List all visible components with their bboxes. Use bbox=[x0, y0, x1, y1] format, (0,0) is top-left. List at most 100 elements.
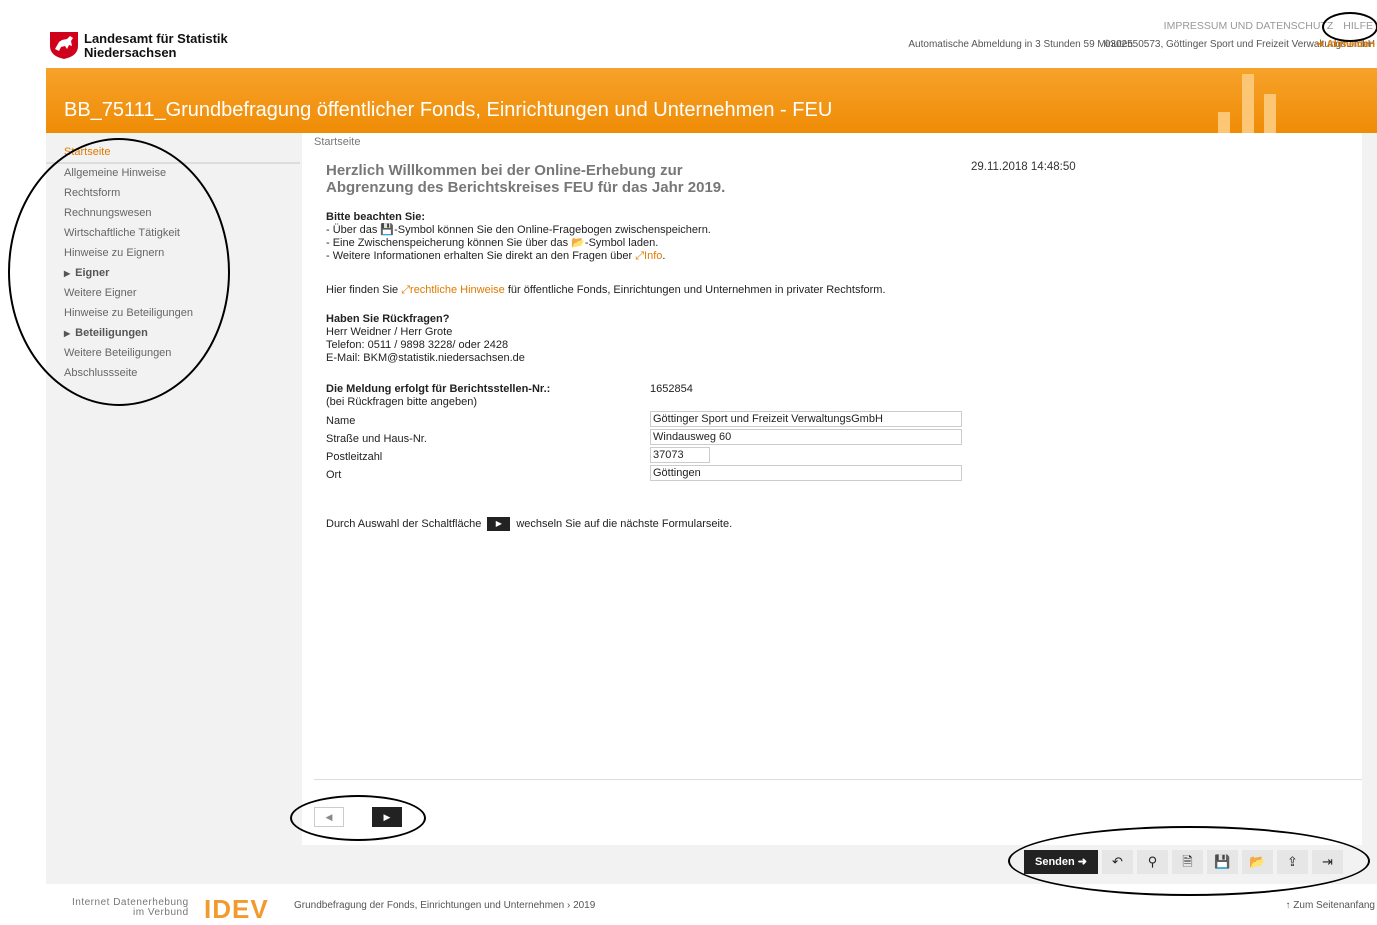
lower-saxony-horse-logo bbox=[50, 32, 78, 59]
sidebar-item-startseite[interactable]: Startseite bbox=[46, 143, 300, 164]
auto-logout-info: Automatische Abmeldung in 3 Stunden 59 M… bbox=[908, 39, 1133, 50]
title-banner: BB_75111_Grundbefragung öffentlicher Fon… bbox=[46, 68, 1377, 133]
note-text: . bbox=[662, 250, 666, 262]
next-hint: Durch Auswahl der Schaltfläche ▶ wechseln … bbox=[326, 517, 732, 531]
import-icon: ⇪ bbox=[1287, 854, 1298, 869]
sidebar-item-weitere-eigner[interactable]: Weitere Eigner bbox=[46, 284, 300, 304]
contact-title: Haben Sie Rückfragen? bbox=[326, 313, 450, 325]
next-page-button[interactable]: ▶ bbox=[372, 807, 402, 827]
name-label: Name bbox=[326, 415, 356, 427]
note-info: - Weitere Informationen erhalten Sie dir… bbox=[326, 250, 711, 263]
page-title: BB_75111_Grundbefragung öffentlicher Fon… bbox=[64, 99, 833, 121]
toolbar: Senden ➜ ↶ ⚲ 🗎 💾 📂 ⇪ ⇥ bbox=[1024, 850, 1343, 874]
document-icon: 🗎 bbox=[1182, 854, 1193, 869]
save-icon: 💾 bbox=[380, 224, 395, 236]
next-hint-text: wechseln Sie auf die nächste Formularsei… bbox=[516, 517, 733, 530]
city-field[interactable]: Göttingen bbox=[650, 465, 962, 481]
street-field[interactable]: Windausweg 60 bbox=[650, 429, 962, 445]
sidebar-item-abschlussseite[interactable]: Abschlussseite bbox=[46, 364, 300, 384]
external-link-icon: ⤢ bbox=[401, 284, 411, 296]
sidebar-item-hinweise-eigner[interactable]: Hinweise zu Eignern bbox=[46, 244, 300, 264]
load-button[interactable]: 📂 bbox=[1242, 850, 1273, 874]
legal-link[interactable]: rechtliche Hinweise bbox=[410, 284, 505, 296]
timestamp: 29.11.2018 14:48:50 bbox=[971, 161, 1076, 173]
arrow-left-icon: ◀ bbox=[325, 812, 333, 822]
impressum-link[interactable]: IMPRESSUM UND DATENSCHUTZ bbox=[1164, 20, 1334, 32]
exit-button[interactable]: ⇥ bbox=[1312, 850, 1343, 874]
welcome-heading: Herzlich Willkommen bei der Online-Erheb… bbox=[326, 162, 725, 196]
idev-tagline-line2: im Verbund bbox=[133, 907, 189, 918]
top-links: IMPRESSUM UND DATENSCHUTZ HILFE bbox=[1154, 20, 1373, 32]
sidebar-item-rechtsform[interactable]: Rechtsform bbox=[46, 184, 300, 204]
save-button[interactable]: 💾 bbox=[1207, 850, 1238, 874]
welcome-line1: Herzlich Willkommen bei der Online-Erheb… bbox=[326, 162, 683, 179]
note-text: - Eine Zwischenspeicherung können Sie üb… bbox=[326, 237, 572, 249]
search-icon: ⚲ bbox=[1147, 854, 1158, 869]
sidebar-item-weitere-beteiligungen[interactable]: Weitere Beteiligungen bbox=[46, 344, 300, 364]
breadcrumb: Startseite bbox=[314, 136, 361, 148]
previous-page-button[interactable]: ◀ bbox=[314, 807, 344, 827]
decorative-chart-bar bbox=[1242, 74, 1254, 133]
undo-icon: ↶ bbox=[1112, 854, 1123, 869]
note-text: -Symbol laden. bbox=[584, 237, 659, 249]
folder-open-icon: 📂 bbox=[1249, 854, 1266, 869]
caret-right-icon: ▶ bbox=[64, 269, 71, 278]
exit-icon: ⇥ bbox=[1322, 854, 1333, 869]
sidebar-item-label: Beteiligungen bbox=[75, 327, 148, 339]
report-sub: (bei Rückfragen bitte angeben) bbox=[326, 396, 478, 408]
info-link[interactable]: Info bbox=[644, 250, 662, 262]
sidebar-item-beteiligungen[interactable]: ▶ Beteiligungen bbox=[46, 324, 300, 344]
idev-logo: IDEV bbox=[204, 894, 269, 924]
sidebar-nav: Startseite Allgemeine Hinweise Rechtsfor… bbox=[46, 133, 300, 384]
back-to-top-link[interactable]: ↑ Zum Seitenanfang bbox=[1286, 900, 1376, 911]
zip-field[interactable]: 37073 bbox=[650, 447, 710, 463]
street-label: Straße und Haus-Nr. bbox=[326, 433, 427, 445]
org-name-line1: Landesamt für Statistik bbox=[84, 31, 228, 46]
notes-block: Bitte beachten Sie: - Über das 💾-Symbol … bbox=[326, 211, 711, 263]
main-content: Startseite Herzlich Willkommen bei der O… bbox=[302, 133, 1362, 845]
logout-link[interactable]: ➜ Abmelden bbox=[1316, 39, 1375, 50]
folder-open-icon: 📂 bbox=[571, 237, 585, 249]
arrow-right-icon: ▶ bbox=[383, 812, 391, 822]
org-name: Landesamt für Statistik Niedersachsen bbox=[84, 32, 228, 60]
pdf-button[interactable]: 🗎 bbox=[1172, 850, 1203, 874]
idev-tagline: Internet Datenerhebung im Verbund bbox=[72, 898, 189, 918]
external-link-icon: ⤢ bbox=[635, 250, 645, 262]
sidebar-item-label: Eigner bbox=[75, 267, 110, 279]
next-page-icon: ▶ bbox=[487, 517, 511, 531]
report-label: Die Meldung erfolgt für Berichtsstellen-… bbox=[326, 383, 551, 395]
legal-text: für öffentliche Fonds, Einrichtungen und… bbox=[504, 284, 886, 296]
report-label-block: Die Meldung erfolgt für Berichtsstellen-… bbox=[326, 383, 550, 409]
decorative-chart-bar bbox=[1218, 112, 1230, 133]
note-load: - Eine Zwischenspeicherung können Sie üb… bbox=[326, 237, 711, 250]
search-button[interactable]: ⚲ bbox=[1137, 850, 1168, 874]
decorative-chart-bar bbox=[1264, 94, 1276, 133]
divider bbox=[314, 779, 1362, 780]
contact-names: Herr Weidner / Herr Grote bbox=[326, 326, 453, 338]
city-label: Ort bbox=[326, 469, 342, 481]
sidebar-item-rechnungswesen[interactable]: Rechnungswesen bbox=[46, 204, 300, 224]
name-field[interactable]: Göttinger Sport und Freizeit Verwaltungs… bbox=[650, 411, 962, 427]
sidebar-item-eigner[interactable]: ▶ Eigner bbox=[46, 264, 300, 284]
zip-label: Postleitzahl bbox=[326, 451, 383, 463]
save-icon: 💾 bbox=[1214, 854, 1231, 869]
caret-right-icon: ▶ bbox=[64, 329, 71, 338]
legal-note: Hier finden Sie ⤢rechtliche Hinweise für… bbox=[326, 284, 886, 297]
welcome-line2: Abgrenzung des Berichtskreises FEU für d… bbox=[326, 179, 726, 196]
sidebar: Startseite Allgemeine Hinweise Rechtsfor… bbox=[46, 133, 300, 845]
note-save: - Über das 💾-Symbol können Sie den Onlin… bbox=[326, 224, 711, 237]
next-hint-text: Durch Auswahl der Schaltfläche bbox=[326, 517, 482, 530]
help-link[interactable]: HILFE bbox=[1343, 20, 1373, 32]
contact-phone: Telefon: 0511 / 9898 3228/ oder 2428 bbox=[326, 339, 509, 351]
contact-block: Haben Sie Rückfragen? Herr Weidner / Her… bbox=[326, 313, 525, 365]
undo-button[interactable]: ↶ bbox=[1102, 850, 1133, 874]
sidebar-item-wirtschaftliche-taetigkeit[interactable]: Wirtschaftliche Tätigkeit bbox=[46, 224, 300, 244]
send-button[interactable]: Senden ➜ bbox=[1024, 850, 1098, 874]
sidebar-item-allgemeine-hinweise[interactable]: Allgemeine Hinweise bbox=[46, 164, 300, 184]
footer: Internet Datenerhebung im Verbund IDEV G… bbox=[46, 890, 1377, 924]
header: Landesamt für Statistik Niedersachsen IM… bbox=[46, 12, 1377, 68]
report-number: 1652854 bbox=[650, 383, 693, 395]
import-button[interactable]: ⇪ bbox=[1277, 850, 1308, 874]
org-name-line2: Niedersachsen bbox=[84, 45, 177, 60]
sidebar-item-hinweise-beteiligungen[interactable]: Hinweise zu Beteiligungen bbox=[46, 304, 300, 324]
